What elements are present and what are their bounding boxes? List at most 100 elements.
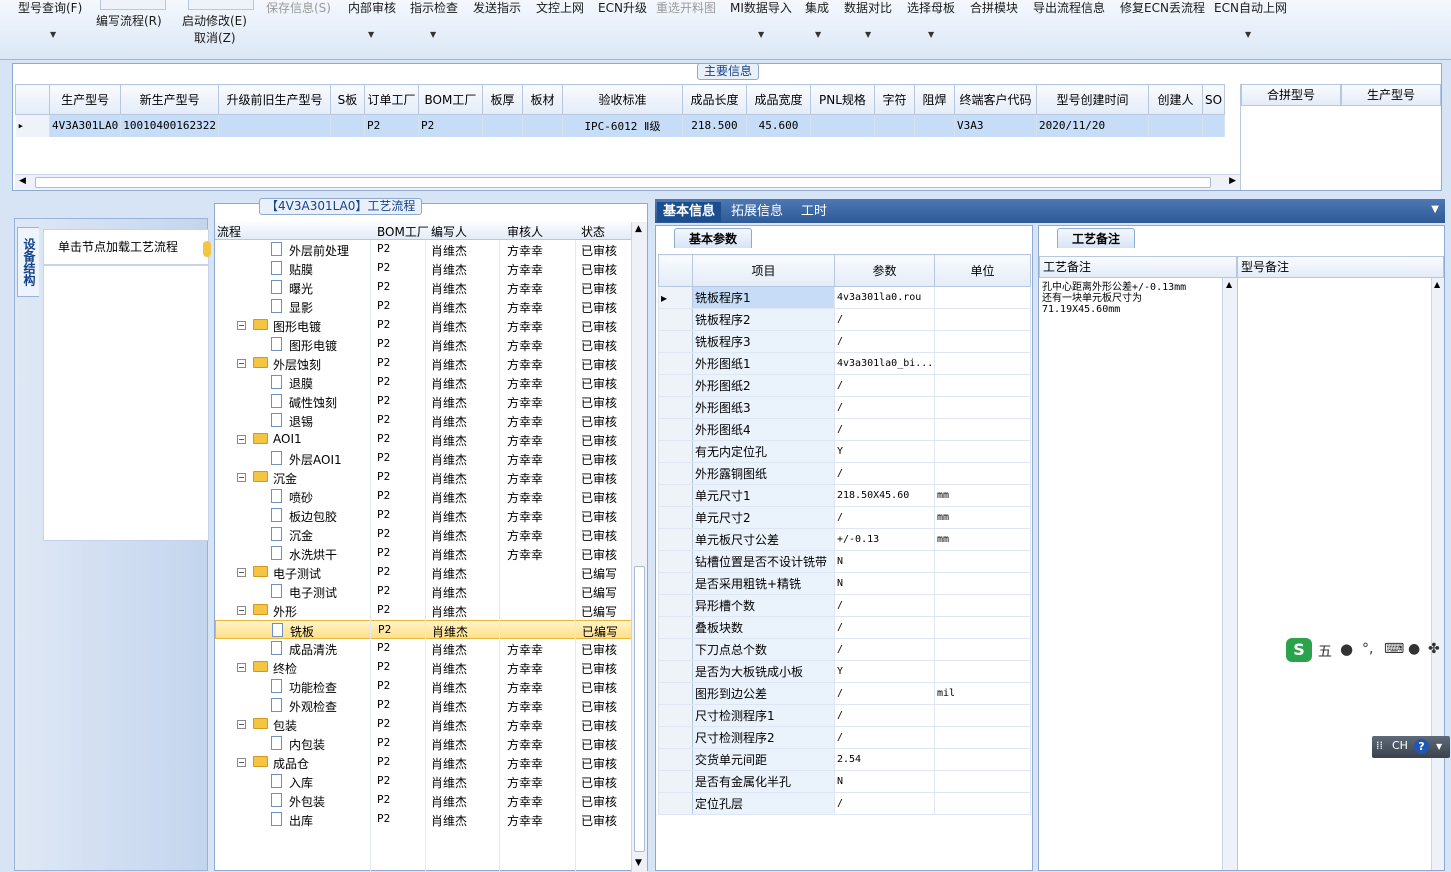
param-cell-item[interactable]: 外形露铜图纸: [692, 462, 835, 485]
merge-column-header[interactable]: 合拼型号: [1241, 84, 1341, 106]
column-header[interactable]: 阻焊: [913, 84, 955, 115]
collapse-icon[interactable]: −: [237, 606, 246, 615]
param-cell-val[interactable]: /: [834, 396, 935, 419]
process-note-text[interactable]: 孔中心距离外形公差+/-0.13mm 还有一块单元板尺寸为 71.19X45.60m…: [1042, 282, 1222, 315]
scroll-up-icon[interactable]: ▲: [1434, 280, 1440, 289]
param-row[interactable]: 外形图纸4/: [658, 418, 1031, 441]
column-header[interactable]: 终端客户代码: [953, 84, 1037, 115]
chevron-down-icon[interactable]: ▼: [430, 30, 436, 39]
column-header[interactable]: 创建人: [1147, 84, 1203, 115]
param-cell-unit[interactable]: [934, 660, 1031, 683]
param-row[interactable]: 外形图纸2/: [658, 374, 1031, 397]
param-cell-item[interactable]: 外形图纸2: [692, 374, 835, 397]
write-flow-button[interactable]: 编写流程(R): [96, 12, 162, 29]
moon-icon[interactable]: ●: [1340, 640, 1353, 658]
param-cell-val[interactable]: /: [834, 506, 935, 529]
column-header[interactable]: 字符: [873, 84, 915, 115]
keyboard-icon[interactable]: ⌨: [1384, 641, 1404, 657]
chevron-down-icon[interactable]: ▼: [815, 30, 821, 39]
param-cell-unit[interactable]: [934, 462, 1031, 485]
tree-row[interactable]: 沉金 P2 肖维杰 方幸幸 已审核: [215, 525, 633, 544]
collapse-icon[interactable]: −: [237, 435, 246, 444]
row-header[interactable]: [658, 484, 693, 507]
table-cell[interactable]: [1148, 114, 1203, 137]
tree-row[interactable]: − 外形 P2 肖维杰 已编写: [215, 601, 633, 620]
send-guide-button[interactable]: 发送指示: [473, 0, 521, 16]
param-row[interactable]: 外形图纸1 4v3a301la0_bi...: [658, 352, 1031, 375]
param-cell-val[interactable]: /: [834, 792, 935, 815]
sogou-logo-icon[interactable]: S: [1286, 638, 1312, 662]
tree-row[interactable]: 出库 P2 肖维杰 方幸幸 已审核: [215, 810, 633, 829]
horizontal-scrollbar[interactable]: ◀ ▶: [15, 174, 1240, 190]
param-cell-unit[interactable]: [934, 748, 1031, 771]
tree-row[interactable]: 水洗烘干 P2 肖维杰 方幸幸 已审核: [215, 544, 633, 563]
param-cell-item[interactable]: 尺寸检测程序2: [692, 726, 835, 749]
table-cell[interactable]: [874, 114, 915, 137]
param-cell-item[interactable]: 是否为大板铣成小板: [692, 660, 835, 683]
tree-row[interactable]: 铣板 P2 肖维杰 已编写: [215, 620, 633, 639]
param-cell-val[interactable]: +/-0.13: [834, 528, 935, 551]
language-indicator[interactable]: CH: [1392, 739, 1408, 752]
table-cell[interactable]: 45.600: [746, 114, 811, 137]
param-cell-unit[interactable]: [934, 418, 1031, 441]
column-header[interactable]: 升级前旧生产型号: [217, 84, 331, 115]
table-cell[interactable]: [522, 114, 563, 137]
param-cell-unit[interactable]: [934, 726, 1031, 749]
chevron-down-icon[interactable]: ▼: [865, 30, 871, 39]
row-header[interactable]: [658, 440, 693, 463]
tree-row[interactable]: − AOI1 P2 肖维杰 方幸幸 已审核: [215, 430, 633, 449]
chevron-down-icon[interactable]: ▼: [1431, 204, 1439, 215]
param-cell-val[interactable]: N: [834, 770, 935, 793]
tree-column-header[interactable]: 流程: [217, 223, 241, 240]
param-cell-unit[interactable]: [934, 704, 1031, 727]
param-row[interactable]: ▸ 铣板程序1 4v3a301la0.rou: [658, 286, 1031, 309]
param-cell-unit[interactable]: [934, 396, 1031, 419]
param-cell-item[interactable]: 是否采用粗铣+精铣: [692, 572, 835, 595]
row-header[interactable]: [658, 638, 693, 661]
tab-work-hours[interactable]: 工时: [795, 202, 833, 222]
row-header[interactable]: [658, 660, 693, 683]
collapse-handle-icon[interactable]: [203, 241, 211, 257]
param-cell-item[interactable]: 定位孔层: [692, 792, 835, 815]
column-header[interactable]: 生产型号: [48, 84, 122, 115]
column-header[interactable]: 订单工厂: [363, 84, 419, 115]
apps-icon[interactable]: ✤: [1428, 641, 1440, 657]
column-header[interactable]: 新生产型号: [120, 84, 219, 115]
param-row[interactable]: 铣板程序3/: [658, 330, 1031, 353]
param-row[interactable]: 尺寸检测程序2/: [658, 726, 1031, 749]
param-cell-item[interactable]: 交货单元间距: [692, 748, 835, 771]
tree-row[interactable]: 退膜 P2 肖维杰 方幸幸 已审核: [215, 373, 633, 392]
table-cell[interactable]: [1202, 114, 1226, 137]
vertical-scrollbar[interactable]: ▲ ▼: [631, 222, 647, 872]
row-indicator-icon[interactable]: ▸: [15, 114, 50, 137]
row-header[interactable]: [658, 462, 693, 485]
param-row[interactable]: 单元尺寸1 218.50X45.60 mm: [658, 484, 1031, 507]
scroll-up-icon[interactable]: ▲: [635, 224, 642, 234]
param-row[interactable]: 异形槽个数 /: [658, 594, 1031, 617]
param-cell-val[interactable]: /: [834, 330, 935, 353]
param-cell-val[interactable]: N: [834, 572, 935, 595]
param-cell-val[interactable]: 4v3a301la0_bi...: [834, 352, 935, 375]
param-cell-val[interactable]: /: [834, 594, 935, 617]
param-cell-val[interactable]: /: [834, 374, 935, 397]
model-note-scrollbar[interactable]: ▲: [1431, 278, 1444, 870]
row-header[interactable]: [658, 550, 693, 573]
data-compare-button[interactable]: 数据对比: [844, 0, 892, 16]
chevron-down-icon[interactable]: ▼: [758, 30, 764, 39]
param-row[interactable]: 是否采用粗铣+精铣 N: [658, 572, 1031, 595]
table-cell[interactable]: [218, 114, 331, 137]
param-cell-val[interactable]: /: [834, 418, 935, 441]
table-cell[interactable]: 4V3A301LA0: [49, 114, 122, 137]
collapse-icon[interactable]: −: [237, 758, 246, 767]
collapse-icon[interactable]: −: [237, 473, 246, 482]
tab-extended-info[interactable]: 拓展信息: [725, 202, 789, 222]
column-header-item[interactable]: 项目: [692, 254, 835, 287]
row-header[interactable]: [658, 330, 693, 353]
tab-basic-info[interactable]: 基本信息: [657, 202, 722, 222]
table-cell[interactable]: [330, 114, 365, 137]
scrollbar-thumb[interactable]: [35, 177, 1211, 188]
row-header[interactable]: [658, 726, 693, 749]
column-header[interactable]: BOM工厂: [417, 84, 483, 115]
select-mother-button[interactable]: 选择母板: [907, 0, 955, 16]
table-cell[interactable]: P2: [418, 114, 483, 137]
